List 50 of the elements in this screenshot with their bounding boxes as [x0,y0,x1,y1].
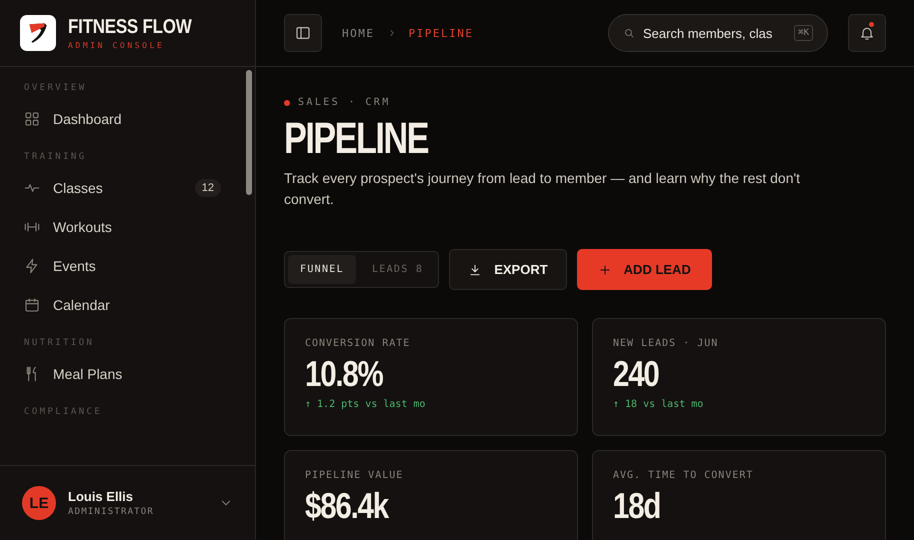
stat-change: ↑ 1.2 pts vs last mo [305,399,426,410]
bell-icon [859,25,875,41]
section-label: NUTRITION [23,338,96,348]
shortcut-key: ⌘K [794,25,813,41]
grid-icon [24,110,40,126]
stat-label: PIPELINE VALUE [305,470,404,481]
logo-icon [20,15,56,51]
brand-name: FITNESS FLOW [68,16,192,39]
download-icon [468,262,482,276]
sidebar-item[interactable]: Events [24,254,221,277]
stat-label: AVG. TIME TO CONVERT [613,470,754,481]
lightning-icon [24,258,40,274]
search-icon [623,27,635,39]
add-lead-button[interactable]: ADD LEAD [576,249,712,290]
section-label: TRAINING [23,152,88,162]
section-label: OVERVIEW [23,83,88,93]
breadcrumb-link[interactable]: HOME [342,26,374,40]
brand-subtitle: ADMIN CONSOLE [68,41,166,50]
stat-label: CONVERSION RATE [305,338,412,349]
avatar: LE [22,486,56,520]
sidebar-item[interactable]: Calendar [24,293,221,316]
calendar-icon [24,296,40,312]
sidebar-item[interactable]: Workouts [24,215,221,238]
stat-value: 18d [613,485,660,527]
eyebrow-label: SALES · CRM [298,97,391,108]
user-menu[interactable]: LE Louis Ellis ADMINISTRATOR [0,465,255,540]
page-title: PIPELINE [284,114,428,164]
count-badge: 12 [194,178,221,196]
search-input[interactable]: Search members, clas [643,26,786,40]
stat-value: 10.8% [305,353,383,395]
sidebar-toggle-button[interactable] [284,14,322,52]
scrollbar-thumb[interactable] [246,70,252,195]
search-field[interactable]: Search members, clas ⌘K [608,14,828,52]
sidebar-item[interactable]: Meal Plans [24,362,221,385]
plus-icon [598,262,612,276]
notifications-button[interactable] [848,14,886,52]
sidebar-toggle-icon [295,25,311,41]
sidebar-item[interactable]: Classes 12 [24,176,221,199]
stat-value: $86.4k [305,485,388,527]
stat-label: NEW LEADS · JUN [613,338,720,349]
view-tab[interactable]: FUNNEL [288,255,356,284]
user-name: Louis Ellis [68,489,134,504]
user-role: ADMINISTRATOR [68,507,156,517]
page-description: Track every prospect's journey from lead to member — and learn why the rest don't convert. [284,169,802,209]
stat-value: 240 [613,353,659,395]
stat-change: ↑ 18 vs last mo [613,399,704,410]
export-button[interactable]: EXPORT [449,249,567,290]
sidebar-item[interactable]: Dashboard [24,107,221,130]
section-label: COMPLIANCE [23,407,104,417]
status-dot [284,100,290,106]
